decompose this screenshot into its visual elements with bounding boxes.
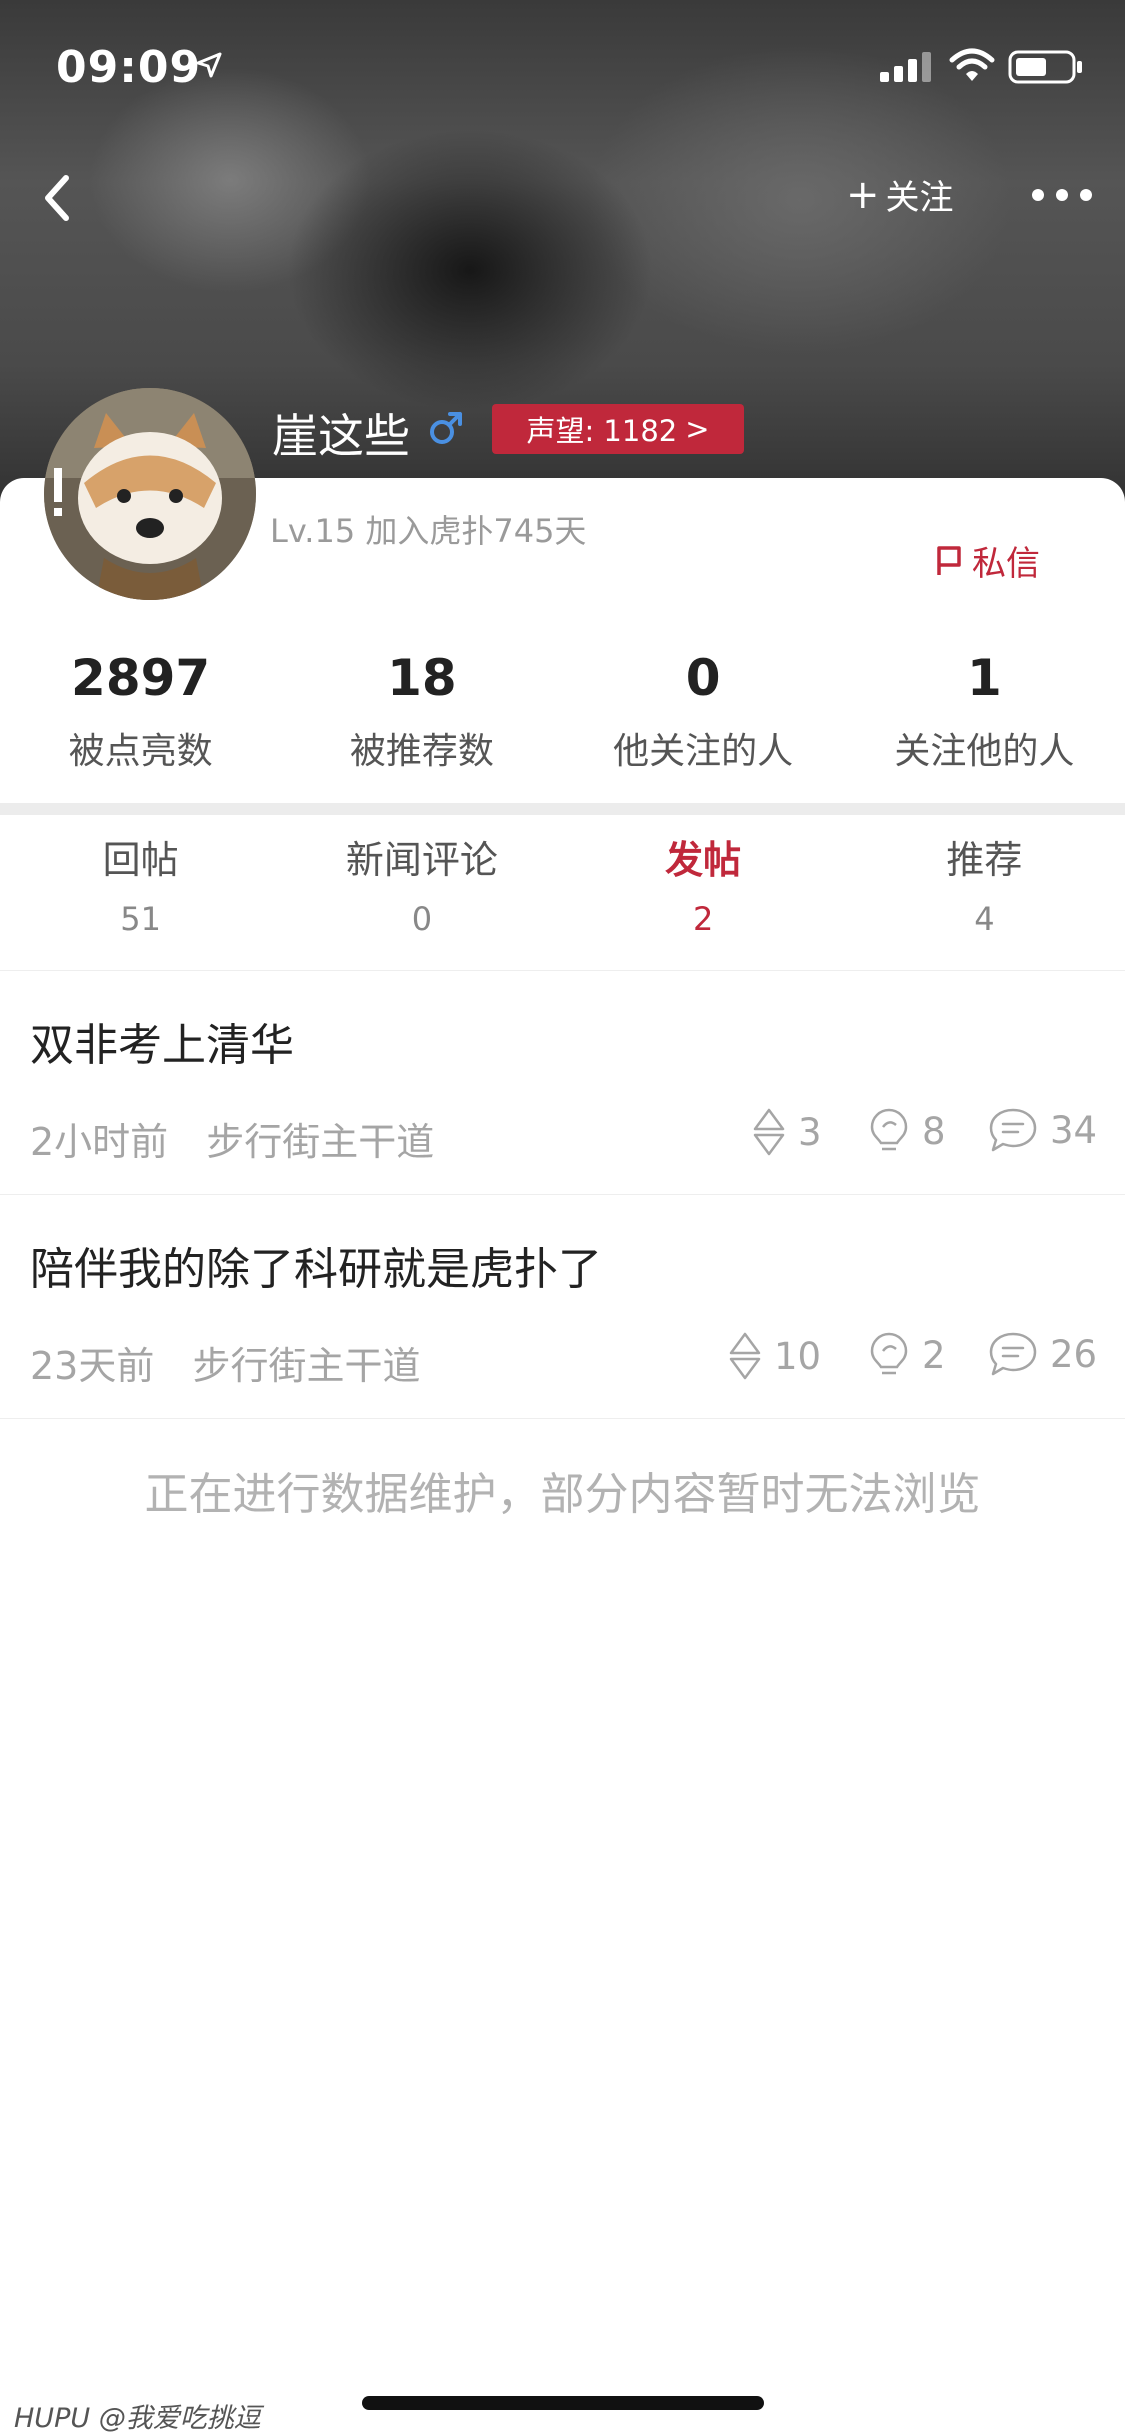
prestige-label: 声望: 1182: [526, 414, 678, 448]
username: 崖这些: [272, 409, 410, 463]
lightbulb-icon: [870, 1108, 908, 1151]
post-board: 步行街主干道: [206, 1120, 435, 1164]
location-arrow-icon: [196, 52, 222, 78]
flag-icon: [937, 545, 961, 575]
tab-label: 新闻评论: [345, 838, 498, 882]
post-recommend-stat: 3: [752, 1107, 822, 1157]
stat-followers[interactable]: 1 关注他的人: [844, 648, 1125, 788]
prestige-arrow: >: [685, 412, 710, 446]
level-join-info: Lv.15 加入虎扑745天: [270, 512, 587, 550]
more-options-icon[interactable]: [1030, 180, 1094, 210]
stat-value: 0: [685, 649, 721, 707]
post-time: 23天前: [30, 1344, 155, 1388]
tab-count: 0: [411, 900, 433, 938]
post-time: 2小时前: [30, 1120, 169, 1164]
comment-bubble-icon: [989, 1108, 1037, 1152]
stat-label: 被推荐数: [349, 731, 494, 772]
maintenance-notice: 正在进行数据维护，部分内容暂时无法浏览: [144, 1469, 981, 1520]
private-message-label: 私信: [972, 544, 1040, 584]
post-light-count: 8: [922, 1109, 946, 1153]
avatar[interactable]: [44, 388, 256, 600]
status-bar: 09:09: [0, 0, 1125, 132]
status-time: 09:09: [56, 42, 202, 93]
post-reply-stat: 34: [988, 1107, 1097, 1153]
wifi-icon: [949, 48, 995, 81]
stat-value: 18: [387, 649, 457, 707]
battery-icon: [1008, 50, 1082, 84]
post-board: 步行街主干道: [192, 1344, 421, 1388]
post-light-stat: 2: [868, 1331, 946, 1379]
stat-value: 2897: [71, 649, 211, 707]
post-meta: 2小时前 步行街主干道: [30, 1111, 434, 1166]
post-item[interactable]: 陪伴我的除了科研就是虎扑了 23天前 步行街主干道 10 2 26: [0, 1195, 1125, 1419]
post-recommend-count: 10: [774, 1334, 822, 1378]
stat-label: 他关注的人: [613, 731, 794, 772]
post-reply-count: 34: [1050, 1108, 1098, 1152]
post-light-stat: 8: [868, 1107, 946, 1155]
content-tabs: 回帖 51 新闻评论 0 发帖 2 推荐 4: [0, 834, 1125, 964]
stat-label: 被点亮数: [68, 731, 213, 772]
post-light-count: 2: [922, 1333, 946, 1377]
stat-recommended-count[interactable]: 18 被推荐数: [281, 648, 562, 788]
prestige-badge[interactable]: 声望: 1182 >: [492, 404, 744, 454]
back-button[interactable]: [36, 168, 84, 228]
post-title: 双非考上清华: [30, 1020, 294, 1071]
home-indicator[interactable]: [362, 2396, 764, 2410]
post-meta: 23天前 步行街主干道: [30, 1335, 420, 1390]
tab-label: 回帖: [102, 838, 179, 882]
private-message-button[interactable]: 私信: [936, 536, 1040, 585]
lightbulb-icon: [870, 1332, 908, 1375]
male-gender-icon: [430, 412, 462, 444]
post-reply-stat: 26: [988, 1331, 1097, 1377]
tab-count: 51: [120, 900, 161, 938]
avatar-image: [44, 388, 256, 600]
plus-icon: +: [846, 171, 880, 218]
tab-recommend[interactable]: 推荐 4: [844, 834, 1125, 964]
tab-posts[interactable]: 发帖 2: [563, 834, 844, 964]
post-item[interactable]: 双非考上清华 2小时前 步行街主干道 3 8 34: [0, 971, 1125, 1195]
post-title: 陪伴我的除了科研就是虎扑了: [30, 1244, 602, 1295]
recommend-arrows-icon: [729, 1332, 761, 1380]
follow-label: 关注: [885, 178, 954, 218]
post-reply-count: 26: [1050, 1332, 1098, 1376]
post-recommend-count: 3: [798, 1110, 822, 1154]
tab-news-comments[interactable]: 新闻评论 0: [281, 834, 562, 964]
post-divider: [0, 1418, 1125, 1419]
post-recommend-stat: 10: [728, 1331, 821, 1381]
stat-label: 关注他的人: [894, 731, 1075, 772]
tab-label: 发帖: [665, 838, 742, 882]
stat-lit-count[interactable]: 2897 被点亮数: [0, 648, 281, 788]
watermark: HUPU @我爱吃挑逗: [14, 2403, 261, 2434]
follow-button[interactable]: + 关注: [846, 170, 954, 219]
profile-stats: 2897 被点亮数 18 被推荐数 0 他关注的人 1 关注他的人: [0, 648, 1125, 788]
tab-count: 4: [974, 900, 995, 938]
section-divider: [0, 803, 1125, 815]
stat-following[interactable]: 0 他关注的人: [563, 648, 844, 788]
comment-bubble-icon: [989, 1332, 1037, 1376]
stat-value: 1: [966, 649, 1002, 707]
tab-count: 2: [692, 900, 714, 938]
tab-replies[interactable]: 回帖 51: [0, 834, 281, 964]
tab-label: 推荐: [946, 838, 1023, 882]
cellular-signal-icon: [880, 52, 931, 82]
recommend-arrows-icon: [753, 1108, 785, 1156]
